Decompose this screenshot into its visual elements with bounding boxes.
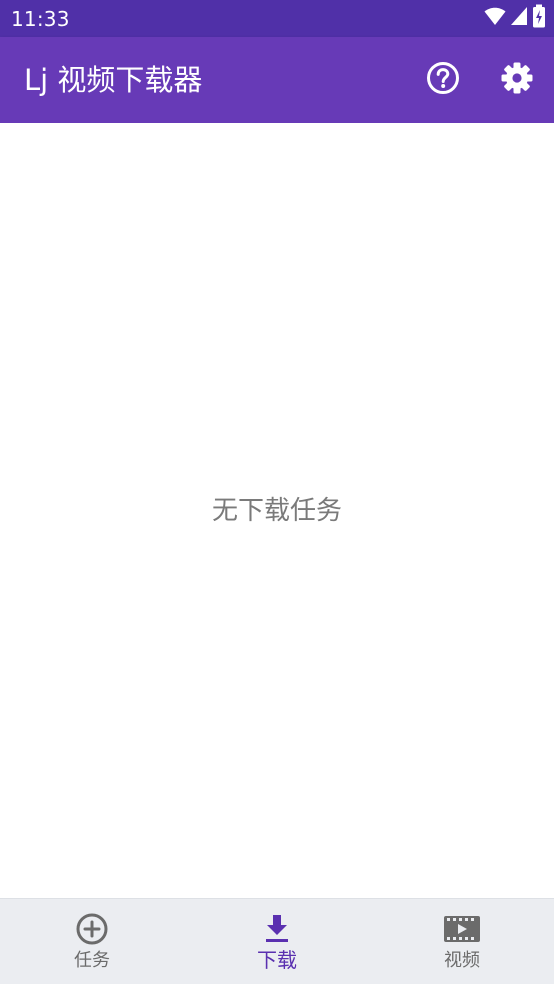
video-film-icon: [370, 913, 554, 945]
bottom-navigation: 任务 下载 视频: [0, 898, 554, 984]
app-bar: Lj 视频下载器: [0, 37, 554, 123]
app-title: Lj 视频下载器: [24, 63, 203, 97]
wifi-icon: [484, 6, 506, 30]
download-icon: [185, 913, 369, 945]
download-list-area: 无下载任务: [0, 123, 554, 898]
status-bar: 11:33: [0, 0, 554, 37]
status-time: 11:33: [11, 7, 70, 31]
settings-icon: [500, 61, 534, 99]
signal-icon: [510, 6, 528, 30]
empty-state-message: 无下载任务: [211, 496, 342, 526]
help-icon: [426, 61, 460, 99]
status-icons: [484, 4, 546, 32]
add-circle-icon: [0, 913, 184, 945]
nav-item-tasks[interactable]: 任务: [0, 899, 184, 984]
battery-charging-icon: [532, 4, 546, 32]
settings-button[interactable]: [495, 58, 539, 102]
nav-label-downloads: 下载: [257, 948, 297, 972]
help-button[interactable]: [421, 58, 465, 102]
nav-label-tasks: 任务: [74, 950, 110, 971]
app-screen: 11:33 Lj 视频下载器 无下载任务 任务 下载 视频: [0, 0, 554, 984]
nav-item-videos[interactable]: 视频: [370, 899, 554, 984]
nav-item-downloads[interactable]: 下载: [185, 899, 369, 984]
nav-label-videos: 视频: [444, 950, 480, 971]
